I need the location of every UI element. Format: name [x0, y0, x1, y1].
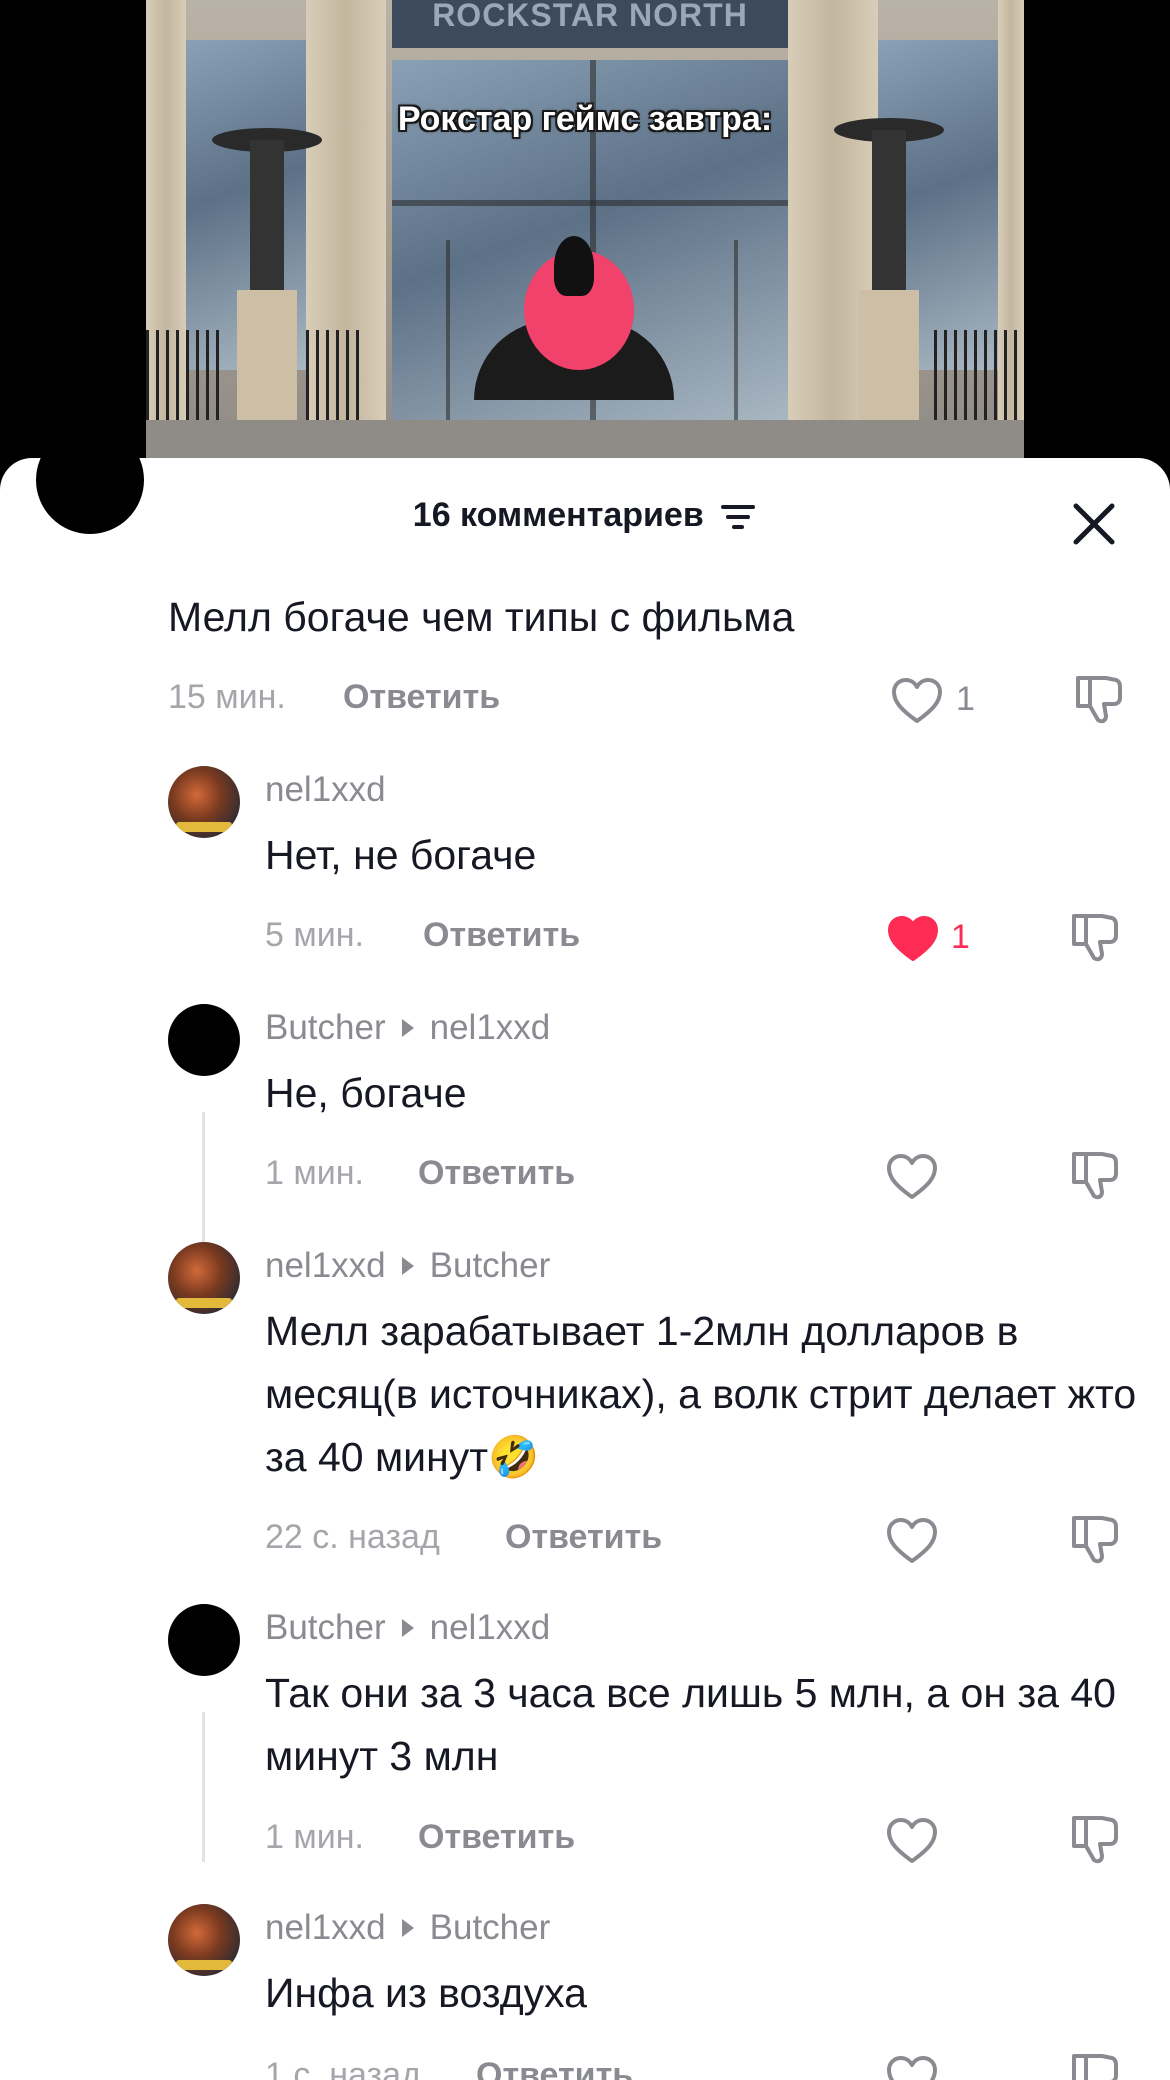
comments-header: 16 комментариев — [0, 458, 1170, 578]
comment-time: 1 мин. — [265, 1154, 364, 1192]
comment-text: Так они за 3 часа все лишь 5 млн, а он з… — [265, 1670, 1116, 1779]
avatar[interactable] — [168, 1242, 240, 1314]
reply-arrow-icon — [401, 1019, 414, 1038]
reply-button[interactable]: Ответить — [418, 1818, 575, 1857]
heart-outline-icon[interactable] — [885, 1516, 939, 1566]
heart-filled-icon[interactable] — [886, 914, 940, 964]
comment-time: 1 мин. — [265, 1818, 364, 1856]
close-icon[interactable] — [1066, 496, 1122, 552]
username-label: nel1xxd — [265, 1908, 386, 1947]
avatar[interactable] — [168, 1604, 240, 1676]
reply-arrow-icon — [401, 1619, 414, 1638]
reply-button[interactable]: Ответить — [343, 678, 500, 717]
avatar[interactable] — [168, 1004, 240, 1076]
heart-outline-icon[interactable] — [885, 1816, 939, 1866]
reply-button[interactable]: Ответить — [423, 916, 580, 955]
like-count: 1 — [951, 918, 970, 956]
reply-button[interactable]: Ответить — [418, 1154, 575, 1193]
comment-time: 1 с. назад — [265, 2056, 421, 2080]
sort-filter-icon[interactable] — [721, 502, 757, 532]
video-player[interactable]: ROCKSTAR NORTH Рокстар геймс завтра: — [0, 0, 1170, 470]
building-sign: ROCKSTAR NORTH — [392, 0, 788, 48]
entrance-frame — [446, 240, 450, 420]
reply-arrow-icon — [401, 1257, 414, 1276]
reply-to-username: nel1xxd — [429, 1608, 551, 1647]
dislike-icon[interactable] — [1066, 1148, 1120, 1202]
username-label: Butcher — [265, 1008, 386, 1047]
entrance-frame — [734, 240, 738, 420]
heart-outline-icon[interactable] — [885, 2054, 939, 2080]
comment-text: Инфа из воздуха — [265, 1970, 587, 2016]
comment-username[interactable]: nel1xxd — [265, 770, 386, 810]
comment-time: 22 с. назад — [265, 1518, 440, 1556]
reply-to-username: nel1xxd — [429, 1008, 551, 1047]
reply-button[interactable]: Ответить — [476, 2056, 633, 2080]
comment-time: 5 мин. — [265, 916, 364, 954]
comment-username[interactable]: nel1xxd Butcher — [265, 1908, 550, 1948]
reply-button[interactable]: Ответить — [505, 1518, 662, 1557]
person-hair — [554, 236, 594, 296]
reply-arrow-icon — [401, 1919, 414, 1938]
comment-username[interactable]: Butcher nel1xxd — [265, 1008, 550, 1048]
comment-text: Не, богаче — [265, 1070, 467, 1116]
username-label: nel1xxd — [265, 770, 386, 809]
comment-text: Мелл богаче чем типы с фильма — [168, 594, 795, 640]
reply-to-username: Butcher — [429, 1246, 551, 1285]
username-label: Butcher — [265, 1608, 386, 1647]
video-frame: ROCKSTAR NORTH Рокстар геймс завтра: — [146, 0, 1024, 470]
dislike-icon[interactable] — [1066, 1512, 1120, 1566]
dislike-icon[interactable] — [1066, 1812, 1120, 1866]
avatar[interactable] — [168, 766, 240, 838]
dislike-icon[interactable] — [1066, 910, 1120, 964]
like-count: 1 — [956, 680, 975, 718]
reply-to-username: Butcher — [429, 1908, 551, 1947]
dislike-icon[interactable] — [1066, 2050, 1120, 2080]
heart-outline-icon[interactable] — [890, 676, 944, 726]
heart-outline-icon[interactable] — [885, 1152, 939, 1202]
lamp-post-right — [834, 118, 944, 430]
comments-count-title[interactable]: 16 комментариев — [0, 496, 1170, 535]
thread-line — [202, 1112, 205, 1262]
comments-count-label: 16 комментариев — [412, 496, 704, 534]
comment-username[interactable]: Butcher nel1xxd — [265, 1608, 550, 1648]
comment-username[interactable]: nel1xxd Butcher — [265, 1246, 550, 1286]
thread-line — [202, 1712, 205, 1862]
avatar[interactable] — [168, 1904, 240, 1976]
comment-text: Нет, не богаче — [265, 832, 537, 878]
username-label: nel1xxd — [265, 1246, 386, 1285]
comments-sheet: 16 комментариев Мелл богаче чем типы с ф… — [0, 458, 1170, 2080]
comment-time: 15 мин. — [168, 678, 286, 716]
comment-text: Мелл зарабатывает 1-2млн долларов в меся… — [265, 1308, 1137, 1480]
video-caption: Рокстар геймс завтра: — [397, 100, 773, 138]
dislike-icon[interactable] — [1070, 672, 1124, 726]
